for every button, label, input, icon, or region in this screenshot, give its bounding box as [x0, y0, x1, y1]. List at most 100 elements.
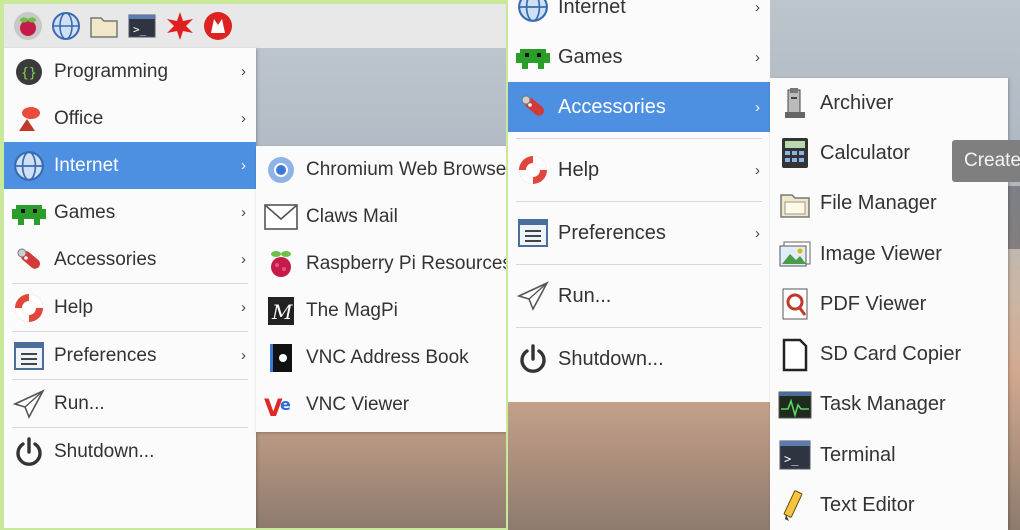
menu-item-accessories[interactable]: Accessories ›	[508, 82, 770, 132]
vnc-book-icon	[262, 339, 300, 377]
menu-item-shutdown[interactable]: Shutdown...	[4, 428, 256, 475]
shutdown-icon	[10, 433, 48, 471]
menu-item-label: Games	[54, 201, 116, 223]
submenu-item-image-viewer[interactable]: Image Viewer	[770, 229, 1008, 279]
menu-item-run[interactable]: Run...	[4, 380, 256, 427]
chevron-right-icon: ›	[241, 299, 246, 316]
submenu-item-terminal[interactable]: >_ Terminal	[770, 430, 1008, 480]
menu-item-label: Accessories	[54, 248, 157, 270]
menu-item-label: Task Manager	[820, 393, 946, 416]
run-icon	[10, 385, 48, 423]
submenu-item-claws-mail[interactable]: Claws Mail	[256, 193, 506, 240]
image-viewer-icon	[776, 235, 814, 273]
help-icon	[10, 289, 48, 327]
menu-item-shutdown[interactable]: Shutdown...	[508, 334, 770, 384]
submenu-item-pdf-viewer[interactable]: PDF Viewer	[770, 279, 1008, 329]
menu-item-label: VNC Address Book	[306, 346, 469, 368]
chevron-right-icon: ›	[241, 347, 246, 364]
svg-text:{}: {}	[21, 66, 37, 81]
chevron-right-icon: ›	[241, 204, 246, 221]
menu-item-programming[interactable]: {} Programming ›	[4, 48, 256, 95]
folder-icon	[776, 185, 814, 223]
menu-item-accessories[interactable]: Accessories ›	[4, 236, 256, 283]
menu-item-label: Accessories	[558, 95, 666, 118]
programming-icon: {}	[10, 53, 48, 91]
games-icon	[514, 38, 552, 76]
menu-item-games[interactable]: Games ›	[508, 32, 770, 82]
menu-item-games[interactable]: Games ›	[4, 189, 256, 236]
pdf-icon	[776, 285, 814, 323]
wolfram-icon[interactable]	[202, 10, 234, 42]
preferences-icon	[514, 214, 552, 252]
chevron-right-icon: ›	[241, 251, 246, 268]
browser-icon[interactable]	[50, 10, 82, 42]
chevron-right-icon: ›	[755, 98, 760, 116]
archiver-icon	[776, 84, 814, 122]
menu-item-label: Preferences	[558, 221, 666, 244]
text-editor-icon	[776, 487, 814, 525]
menu-item-internet[interactable]: Internet ›	[4, 142, 256, 189]
svg-text:>_: >_	[784, 452, 799, 466]
menu-item-label: Calculator	[820, 141, 911, 164]
submenu-item-archiver[interactable]: Archiver	[770, 78, 1008, 128]
magpi-icon: M	[262, 292, 300, 330]
games-icon	[10, 194, 48, 232]
svg-text:M: M	[271, 300, 293, 324]
menu-item-label: Programming	[54, 60, 169, 82]
chromium-icon	[262, 151, 300, 189]
menu-separator	[516, 201, 762, 202]
menu-item-label: Run...	[558, 284, 612, 307]
menu-item-label: Shutdown...	[558, 347, 664, 370]
menu-item-internet[interactable]: Internet ›	[508, 0, 770, 32]
terminal-launcher-icon[interactable]: >_	[126, 10, 158, 42]
menu-item-label: Terminal	[820, 443, 896, 466]
menu-item-label: File Manager	[820, 192, 937, 215]
preferences-icon	[10, 337, 48, 375]
menu-item-label: Preferences	[54, 344, 157, 366]
menu-item-label: Shutdown...	[54, 440, 155, 462]
menu-item-label: SD Card Copier	[820, 343, 962, 366]
run-icon	[514, 277, 552, 315]
chevron-right-icon: ›	[755, 48, 760, 66]
submenu-item-vnc-viewer[interactable]: Ve VNC Viewer	[256, 381, 506, 428]
svg-text:e: e	[280, 395, 291, 414]
submenu-item-raspberry-pi-resources[interactable]: Raspberry Pi Resources	[256, 240, 506, 287]
menu-item-label: Claws Mail	[306, 205, 398, 227]
applications-menu-scrolled: Internet › Games › Accessories › Help › Preferen…	[508, 0, 770, 402]
vnc-viewer-icon: Ve	[262, 386, 300, 424]
menu-item-label: Run...	[54, 392, 105, 414]
help-icon	[514, 151, 552, 189]
chevron-right-icon: ›	[755, 0, 760, 16]
submenu-item-task-manager[interactable]: Task Manager	[770, 380, 1008, 430]
menu-item-label: Internet	[558, 0, 626, 18]
chevron-right-icon: ›	[755, 161, 760, 179]
submenu-item-sd-card-copier[interactable]: SD Card Copier	[770, 329, 1008, 379]
raspberry-icon	[262, 245, 300, 283]
tooltip: Create	[952, 140, 1020, 182]
menu-item-run[interactable]: Run...	[508, 271, 770, 321]
task-manager-icon	[776, 386, 814, 424]
menu-item-label: The MagPi	[306, 299, 398, 321]
mathematica-icon[interactable]	[164, 10, 196, 42]
menu-item-help[interactable]: Help ›	[4, 284, 256, 331]
globe-icon	[514, 0, 552, 26]
menu-item-preferences[interactable]: Preferences ›	[4, 332, 256, 379]
submenu-item-vnc-address-book[interactable]: VNC Address Book	[256, 334, 506, 381]
raspberry-menu-icon[interactable]	[12, 10, 44, 42]
menu-item-label: Raspberry Pi Resources	[306, 252, 506, 274]
menu-item-office[interactable]: Office ›	[4, 95, 256, 142]
calculator-icon	[776, 134, 814, 172]
submenu-item-text-editor[interactable]: Text Editor	[770, 480, 1008, 530]
submenu-item-the-magpi[interactable]: M The MagPi	[256, 287, 506, 334]
menu-item-label: Text Editor	[820, 494, 915, 517]
internet-submenu: Chromium Web Browser Claws Mail Raspberry …	[256, 146, 506, 432]
menu-item-preferences[interactable]: Preferences ›	[508, 208, 770, 258]
menu-item-help[interactable]: Help ›	[508, 145, 770, 195]
shutdown-icon	[514, 340, 552, 378]
menu-item-label: Image Viewer	[820, 242, 942, 265]
file-manager-icon[interactable]	[88, 10, 120, 42]
submenu-item-chromium-web-browser[interactable]: Chromium Web Browser	[256, 146, 506, 193]
submenu-item-file-manager[interactable]: File Manager	[770, 179, 1008, 229]
chevron-right-icon: ›	[241, 110, 246, 127]
globe-icon	[10, 147, 48, 185]
